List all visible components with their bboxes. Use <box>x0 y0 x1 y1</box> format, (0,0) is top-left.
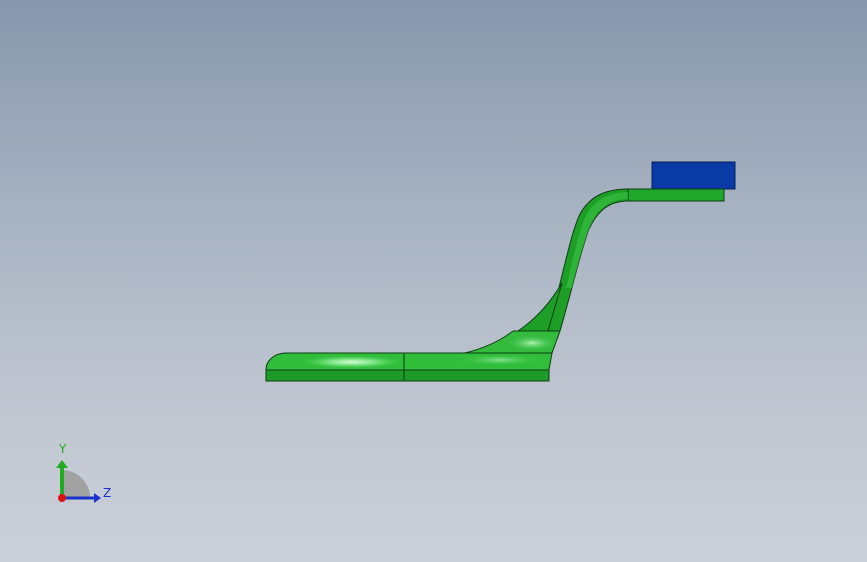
view-orientation-triad[interactable]: Y Z <box>40 440 120 520</box>
slant-highlight <box>506 335 558 351</box>
part-model[interactable] <box>0 0 867 562</box>
graphics-viewport[interactable]: Y Z <box>0 0 867 562</box>
bracket-top-arm[interactable] <box>627 188 725 202</box>
bracket-upper-bend[interactable] <box>547 188 629 332</box>
triad-quadrant <box>62 470 90 498</box>
z-axis-arrow <box>94 493 101 503</box>
base-highlight-2 <box>455 354 545 366</box>
bracket-base-bottom[interactable] <box>265 369 550 382</box>
x-axis-point <box>58 494 66 502</box>
y-axis-arrow <box>56 460 68 468</box>
triad-graphic <box>56 460 101 503</box>
base-highlight <box>297 355 407 369</box>
block-face[interactable] <box>651 161 736 190</box>
y-axis-label: Y <box>59 442 67 456</box>
z-axis-label: Z <box>103 486 112 500</box>
